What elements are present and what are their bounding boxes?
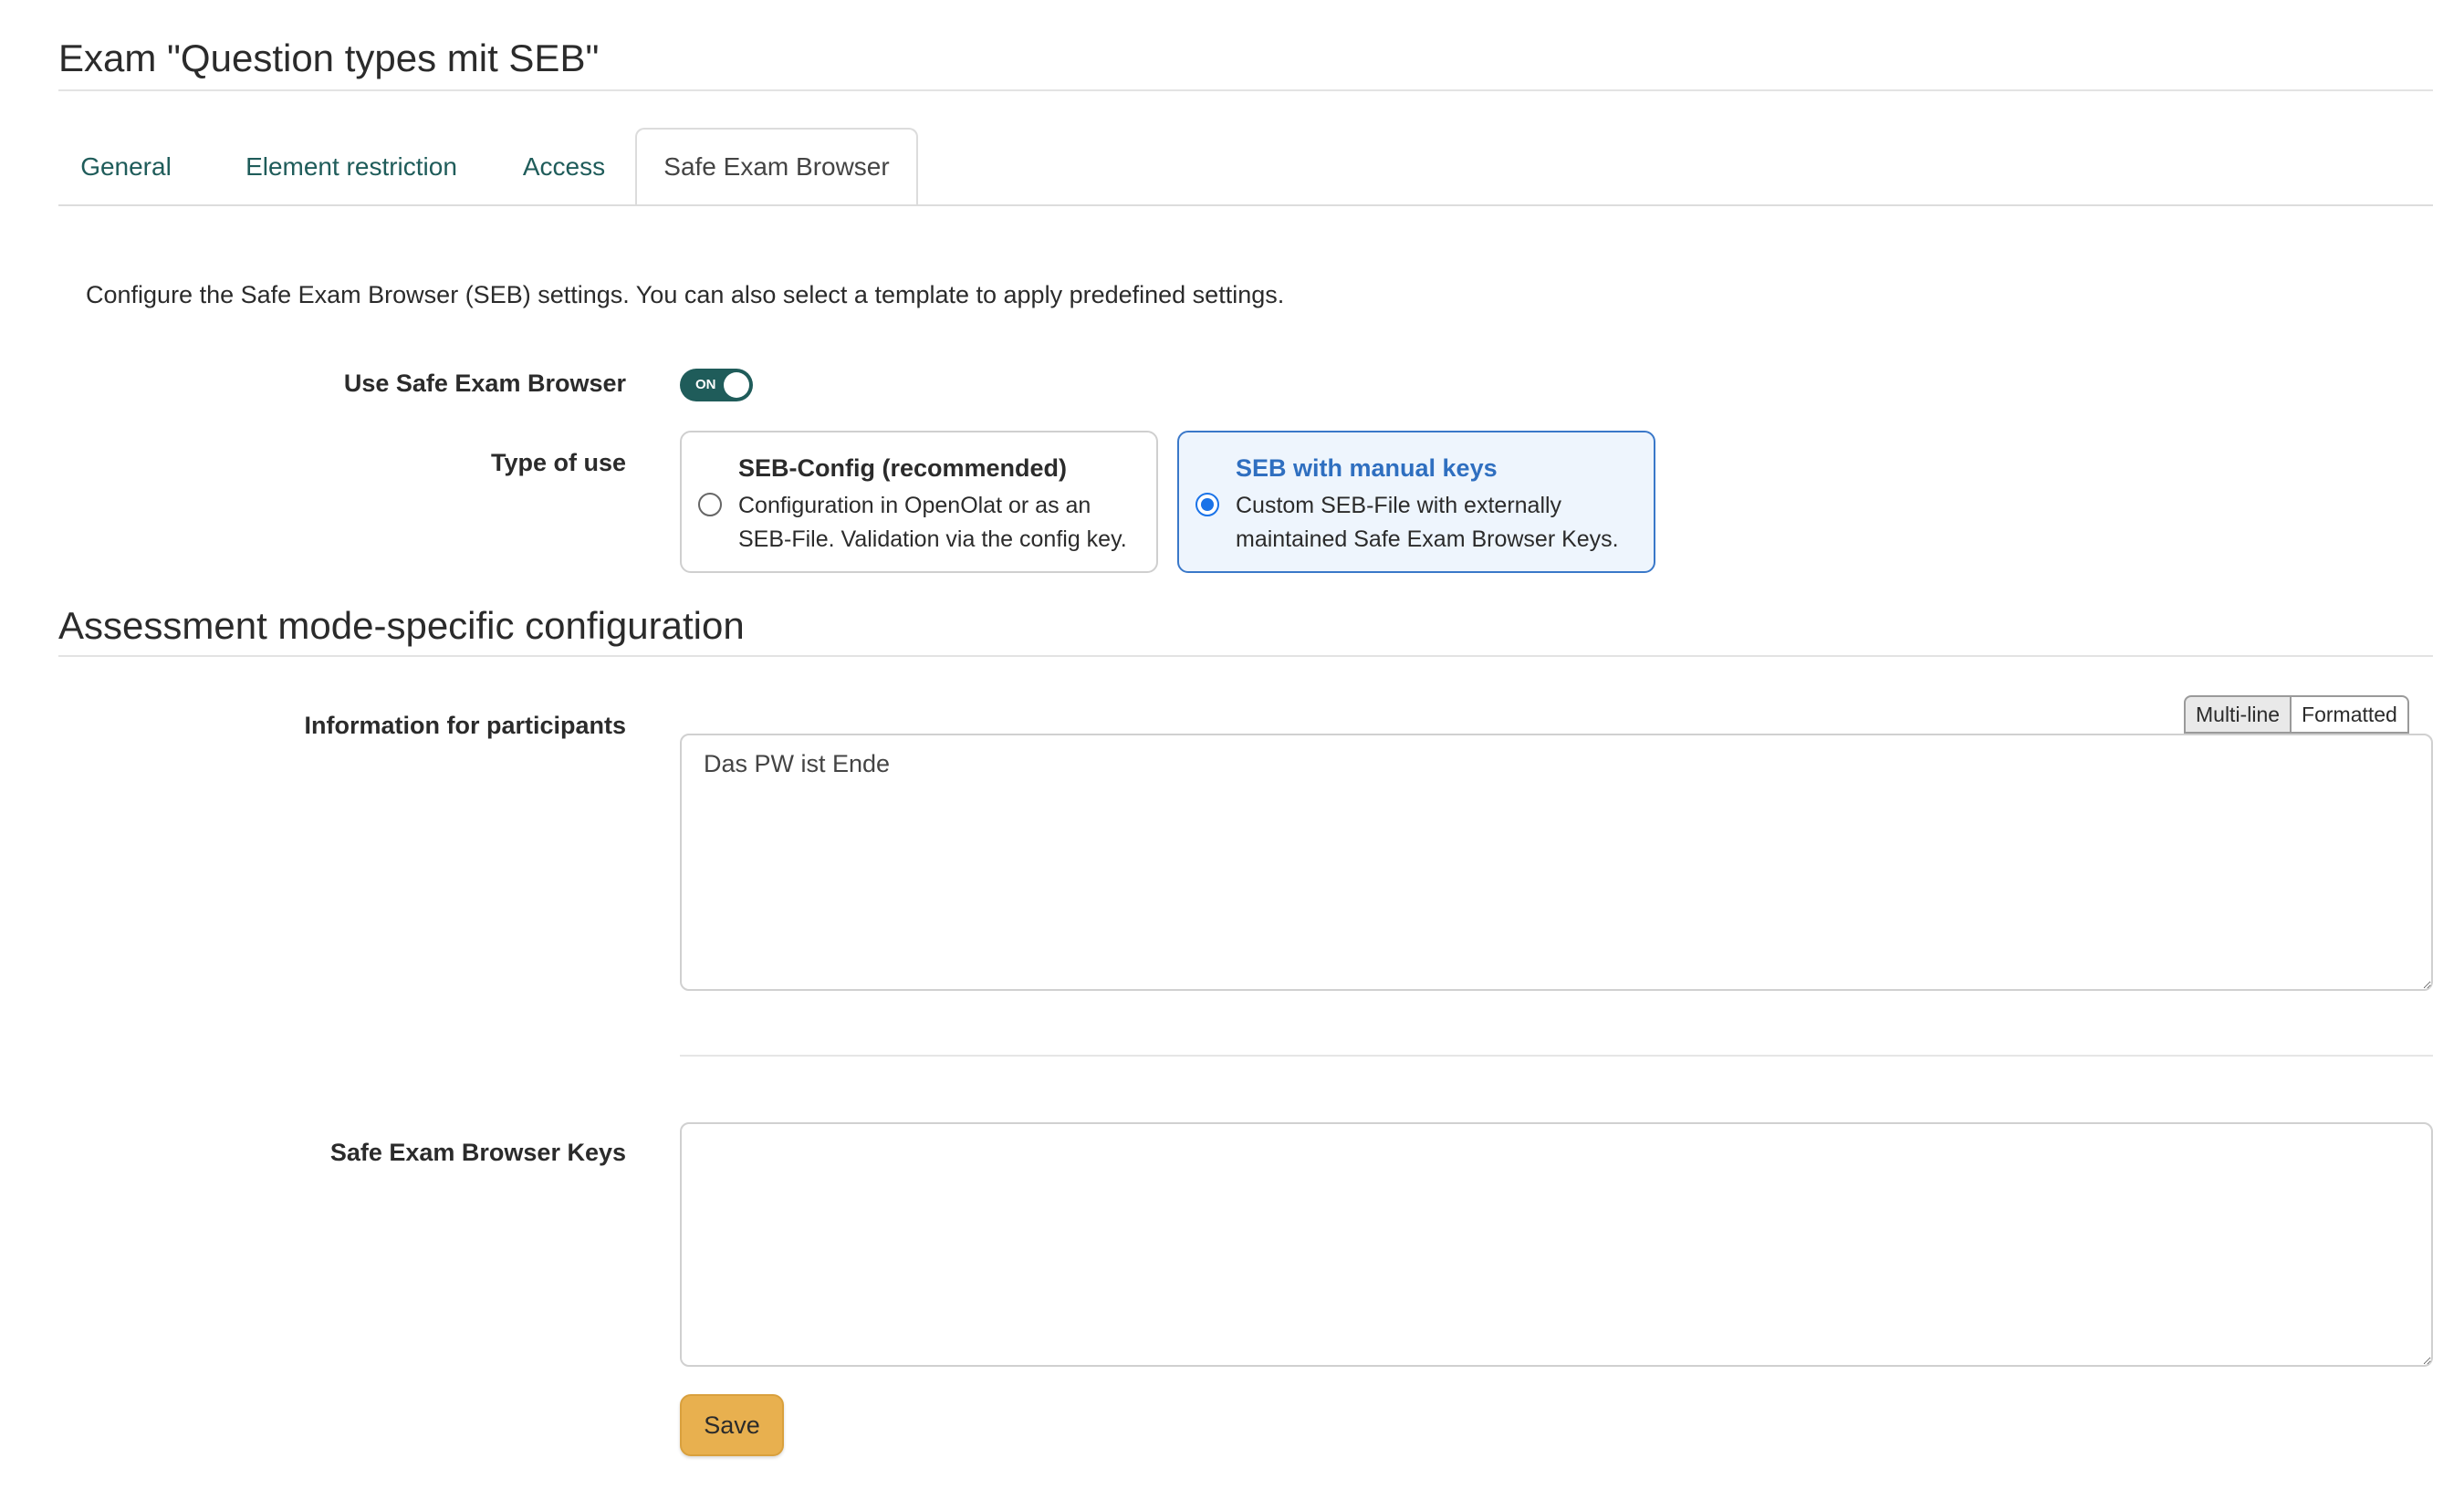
- radio-seb-manual-keys[interactable]: [1195, 493, 1219, 516]
- page: Exam "Question types mit SEB" General El…: [0, 0, 2464, 1500]
- option-seb-config-description: Configuration in OpenOlat or as an SEB-F…: [738, 493, 1127, 552]
- info-participants-textarea[interactable]: [680, 734, 2433, 991]
- tab-safe-exam-browser[interactable]: Safe Exam Browser: [635, 128, 918, 206]
- option-seb-config[interactable]: SEB-Config (recommended) Configuration i…: [680, 431, 1158, 573]
- toggle-on-text: ON: [695, 377, 716, 392]
- save-button[interactable]: Save: [680, 1394, 784, 1456]
- radio-seb-config[interactable]: [698, 493, 722, 516]
- info-participants-label: Information for participants: [304, 712, 626, 739]
- option-seb-manual-keys-description: Custom SEB-File with externally maintain…: [1236, 493, 1619, 552]
- type-of-use-label: Type of use: [490, 449, 626, 476]
- assessment-section-title: Assessment mode-specific configuration: [58, 604, 745, 647]
- option-seb-manual-keys-title: SEB with manual keys: [1236, 454, 1498, 482]
- multi-line-button[interactable]: Multi-line: [2184, 695, 2292, 734]
- option-seb-config-title: SEB-Config (recommended): [738, 454, 1068, 482]
- editor-mode-toggle: Multi-line Formatted: [2184, 695, 2409, 734]
- section-divider: [58, 655, 2433, 657]
- field-separator: [680, 1055, 2433, 1057]
- seb-keys-textarea[interactable]: [680, 1122, 2433, 1367]
- title-divider: [58, 89, 2433, 91]
- tab-element-restriction[interactable]: Element restriction: [219, 128, 484, 206]
- use-seb-toggle[interactable]: ON: [680, 369, 753, 401]
- tab-bar: General Element restriction Access Safe …: [58, 128, 2433, 206]
- page-title: Exam "Question types mit SEB": [58, 36, 600, 79]
- use-seb-label: Use Safe Exam Browser: [343, 370, 626, 397]
- tab-access[interactable]: Access: [493, 128, 635, 206]
- tab-divider: [58, 204, 2433, 206]
- option-seb-manual-keys[interactable]: SEB with manual keys Custom SEB-File wit…: [1177, 431, 1655, 573]
- seb-keys-label: Safe Exam Browser Keys: [329, 1139, 626, 1166]
- tab-general[interactable]: General: [58, 128, 193, 206]
- seb-description: Configure the Safe Exam Browser (SEB) se…: [86, 281, 1285, 308]
- toggle-knob: [724, 372, 749, 398]
- formatted-button[interactable]: Formatted: [2292, 695, 2409, 734]
